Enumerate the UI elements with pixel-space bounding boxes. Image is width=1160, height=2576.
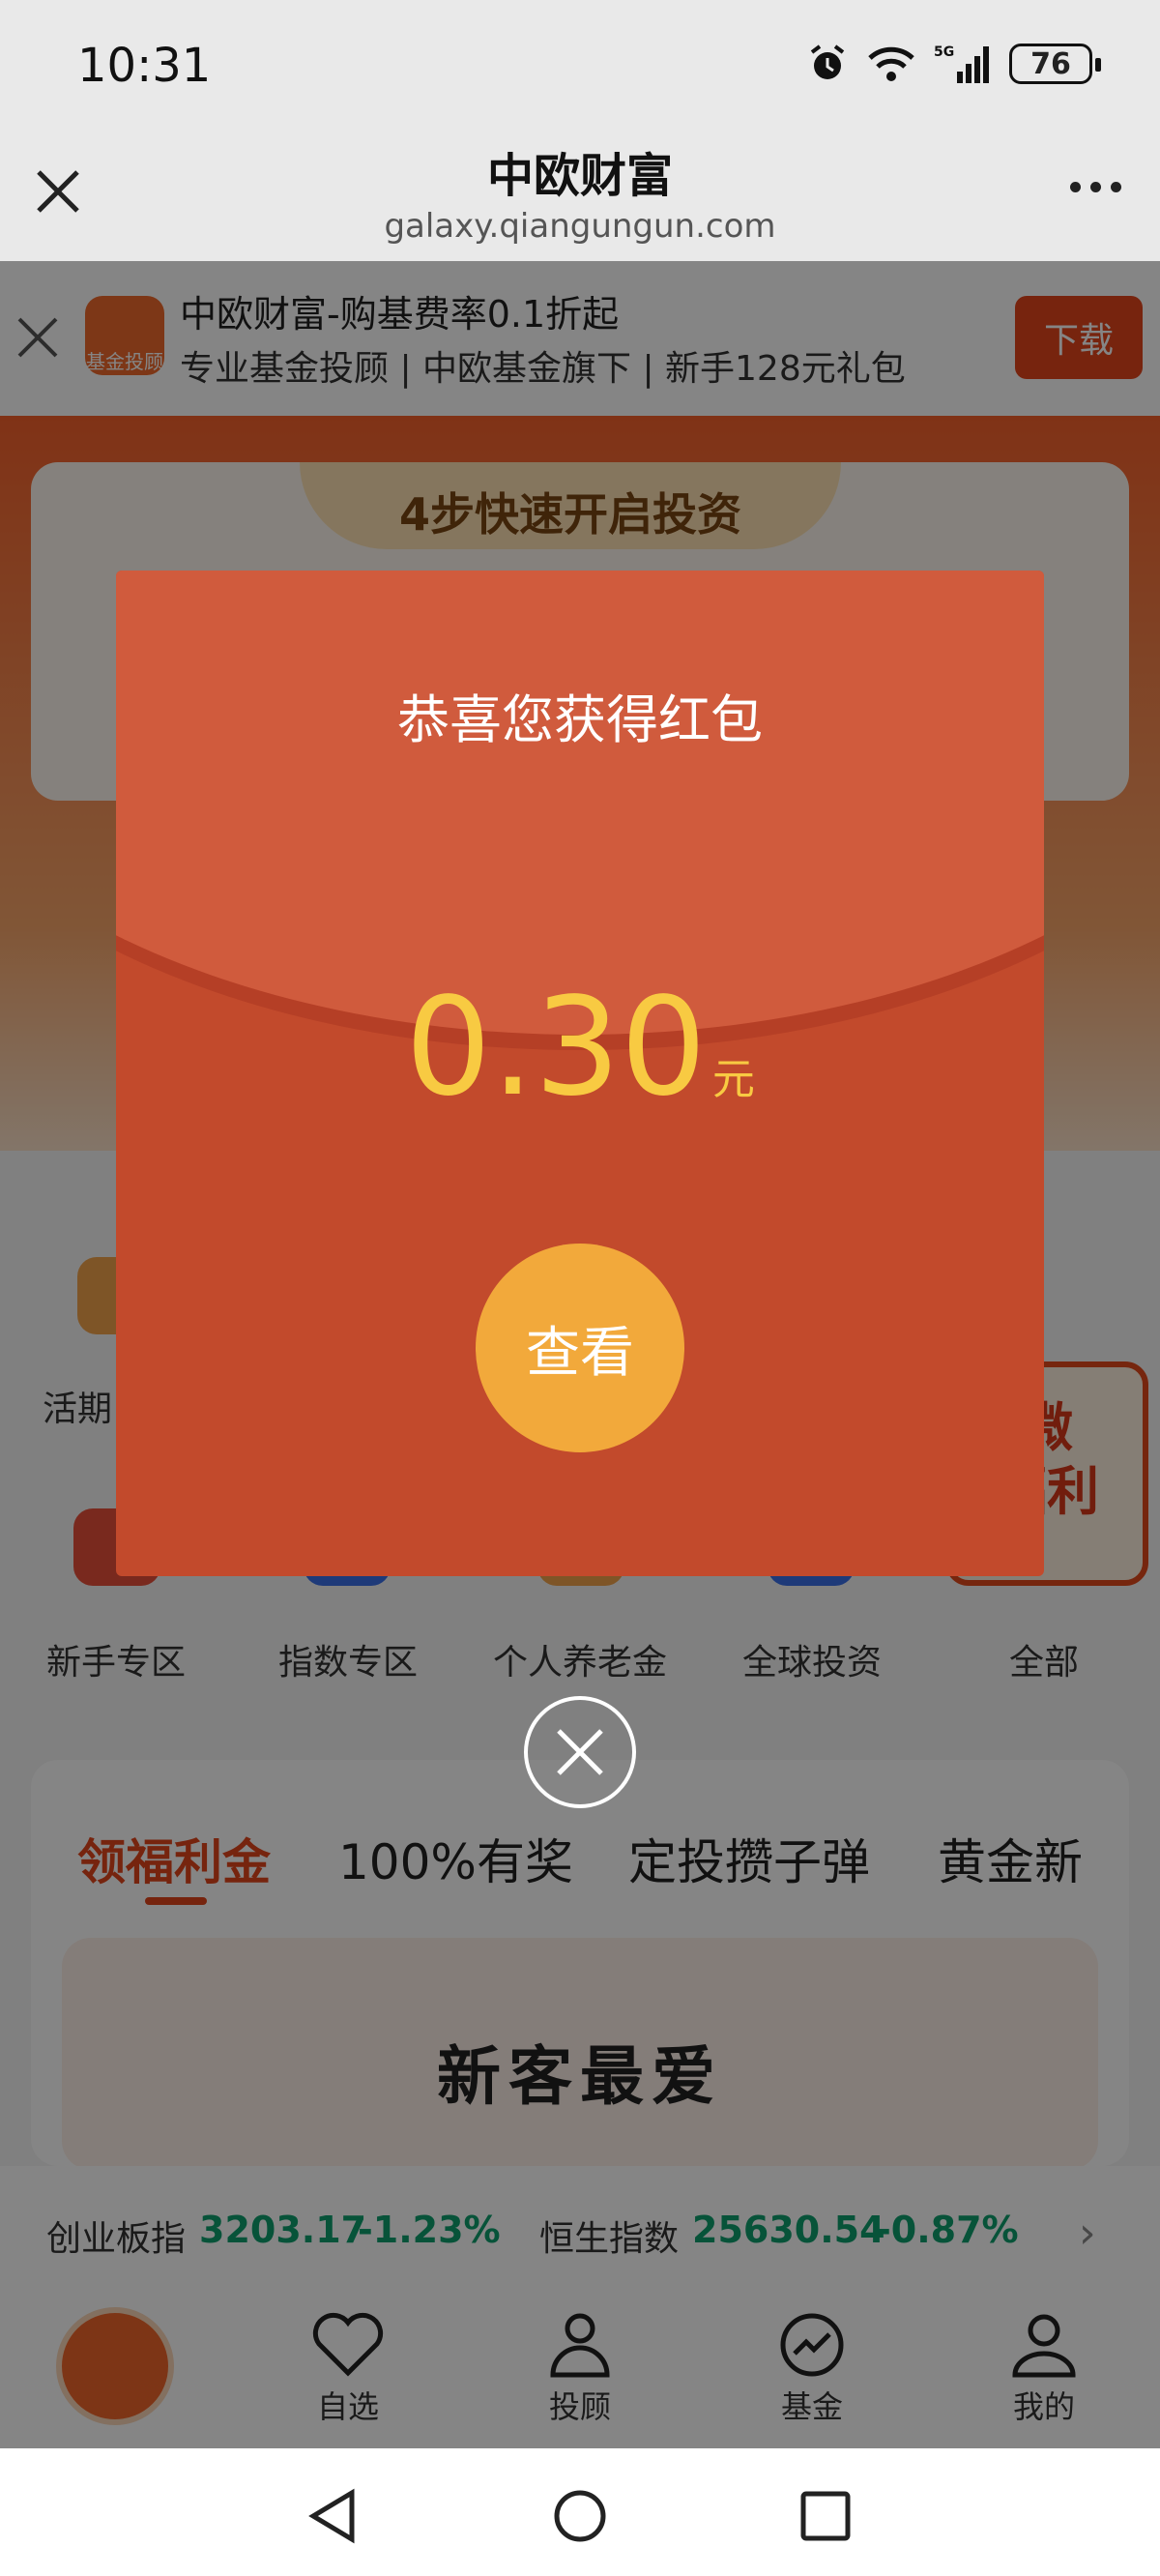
packet-amount: 0.30: [405, 969, 707, 1127]
status-time: 10:31: [77, 39, 212, 93]
back-triangle-icon[interactable]: [305, 2487, 360, 2545]
more-menu-icon[interactable]: [1070, 182, 1121, 192]
recents-square-icon[interactable]: [798, 2489, 853, 2543]
alarm-icon: [810, 44, 845, 79]
dialog-close-icon[interactable]: [522, 1694, 638, 1810]
packet-unit: 元: [711, 1055, 755, 1104]
svg-text:5G: 5G: [934, 44, 954, 60]
page-url: galaxy.qiangungun.com: [384, 207, 776, 246]
red-packet-dialog: 恭喜您获得红包 0.30 元 查看: [116, 571, 1044, 1576]
wifi-icon: [868, 46, 914, 81]
packet-title: 恭喜您获得红包: [397, 689, 763, 750]
system-icons: 5G 76: [806, 43, 1101, 85]
view-button[interactable]: 查看: [476, 1244, 684, 1452]
packet-amount-row: 0.30 元: [116, 969, 1044, 1127]
page-title: 中欧财富: [486, 149, 673, 203]
packet-flap: [116, 571, 1044, 1035]
battery-indicator: 76: [1009, 44, 1101, 84]
cellular-signal-icon: 5G: [934, 44, 989, 83]
home-circle-icon[interactable]: [551, 2487, 609, 2545]
